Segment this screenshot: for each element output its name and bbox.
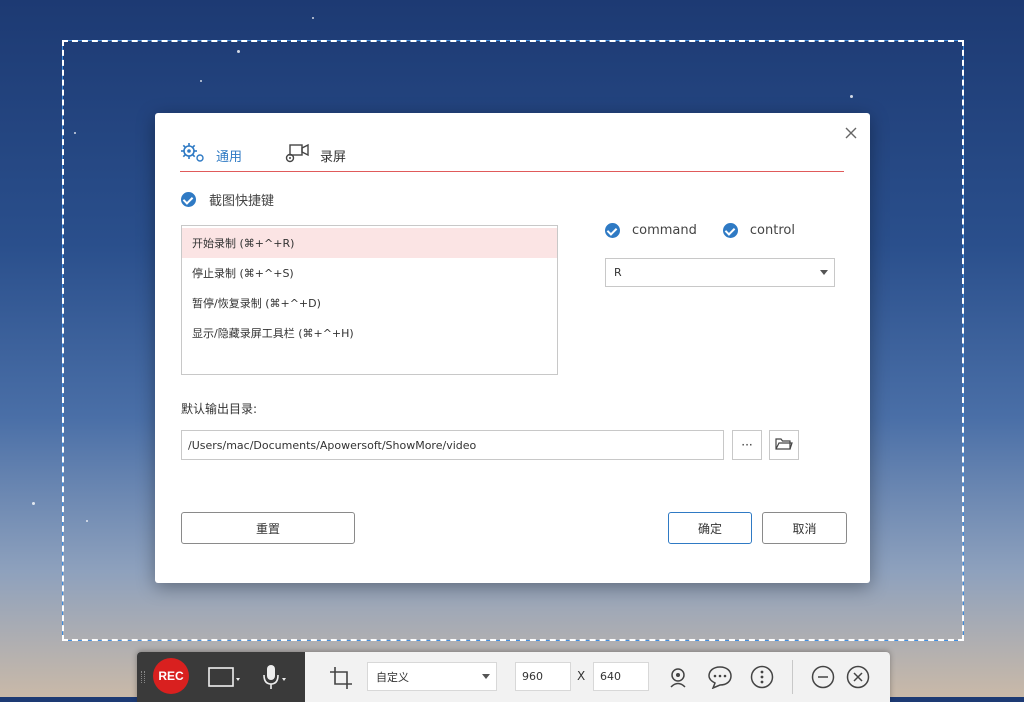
tab-general[interactable]: 通用 <box>180 141 242 169</box>
reset-button[interactable]: 重置 <box>181 512 355 544</box>
hotkey-enable-checkbox[interactable]: 截图快捷键 <box>181 190 274 209</box>
dimension-separator: X <box>577 669 586 683</box>
more-dots-icon: ··· <box>741 438 753 452</box>
checkbox-checked-icon[interactable] <box>722 223 738 238</box>
webcam-icon[interactable] <box>665 664 691 690</box>
list-item[interactable]: 开始录制 (⌘+^+R) <box>182 228 557 258</box>
microphone-icon[interactable] <box>259 662 291 692</box>
tab-record-label: 录屏 <box>320 149 347 165</box>
checkbox-checked-icon[interactable] <box>605 223 620 238</box>
modifier-keys: command control <box>605 223 821 238</box>
command-checkbox[interactable]: command <box>605 223 697 238</box>
close-icon[interactable] <box>845 664 871 690</box>
width-input[interactable] <box>515 662 571 691</box>
cancel-button[interactable]: 取消 <box>762 512 847 544</box>
star <box>32 502 35 505</box>
open-folder-button[interactable] <box>769 430 799 460</box>
tab-general-label: 通用 <box>216 149 243 165</box>
screen-camera-icon <box>284 142 310 168</box>
region-preset-select[interactable]: 自定义 <box>367 662 497 691</box>
folder-icon <box>775 437 793 454</box>
browse-more-button[interactable]: ··· <box>732 430 762 460</box>
drag-handle[interactable] <box>141 671 145 683</box>
hotkey-enable-label: 截图快捷键 <box>209 194 275 209</box>
ok-button[interactable]: 确定 <box>668 512 752 544</box>
key-select-value: R <box>614 266 622 279</box>
list-item[interactable]: 停止录制 (⌘+^+S) <box>182 258 557 288</box>
chevron-down-icon <box>820 270 828 275</box>
hotkey-list: 开始录制 (⌘+^+R) 停止录制 (⌘+^+S) 暂停/恢复录制 (⌘+^+D… <box>181 225 558 375</box>
toolbar-record-section: REC <box>137 652 305 702</box>
output-dir-input[interactable] <box>181 430 724 460</box>
command-label: command <box>632 223 697 238</box>
minimize-icon[interactable] <box>810 664 836 690</box>
checkbox-checked-icon[interactable] <box>181 192 196 207</box>
toolbar-divider <box>792 660 793 694</box>
recording-toolbar: REC 自定义 X <box>137 652 890 702</box>
tab-bar: 通用 录屏 <box>180 141 844 172</box>
more-options-icon[interactable] <box>749 664 775 690</box>
control-label: control <box>749 223 795 238</box>
key-select[interactable]: R <box>605 258 835 287</box>
settings-dialog: 通用 录屏 截图快捷键 开始录制 (⌘+^+R) 停止录制 (⌘+^+S) 暂停… <box>155 113 870 583</box>
gears-icon <box>180 142 206 168</box>
list-item[interactable]: 显示/隐藏录屏工具栏 (⌘+^+H) <box>182 318 557 348</box>
control-checkbox[interactable]: control <box>722 223 795 238</box>
close-icon[interactable] <box>842 125 860 143</box>
height-input[interactable] <box>593 662 649 691</box>
chat-icon[interactable] <box>707 664 733 690</box>
crop-icon[interactable] <box>327 664 355 692</box>
tab-record[interactable]: 录屏 <box>284 141 346 169</box>
list-item[interactable]: 暂停/恢复录制 (⌘+^+D) <box>182 288 557 318</box>
rec-button[interactable]: REC <box>153 658 189 694</box>
region-preset-value: 自定义 <box>376 670 409 684</box>
output-dir-label: 默认输出目录: <box>181 402 258 416</box>
screen-source-icon[interactable] <box>207 664 243 690</box>
star <box>312 17 314 19</box>
chevron-down-icon <box>482 674 490 679</box>
